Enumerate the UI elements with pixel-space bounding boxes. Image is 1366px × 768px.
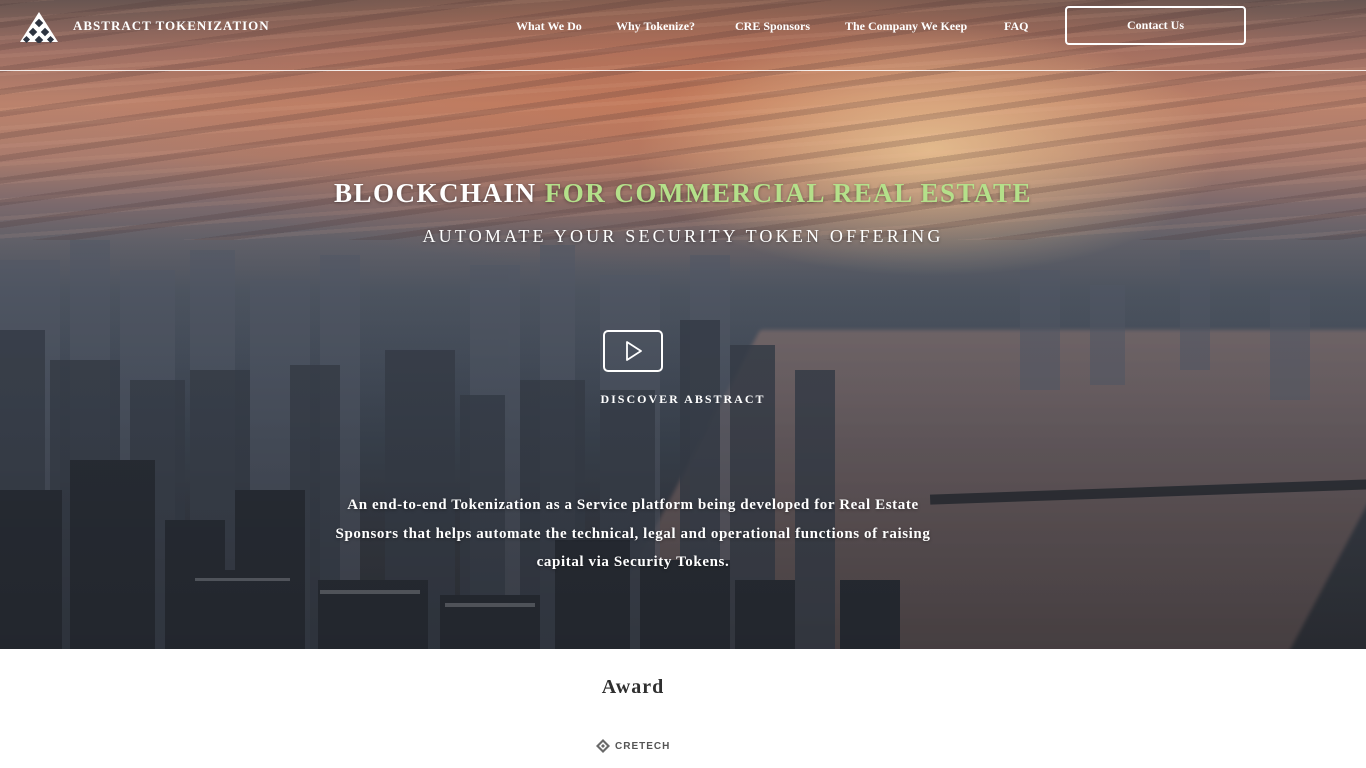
top-navbar: ABSTRACT TOKENIZATION What We Do Why Tok… xyxy=(0,0,1366,71)
hero-subheadline: AUTOMATE YOUR SECURITY TOKEN OFFERING xyxy=(422,226,944,246)
nav-link-cre-sponsors[interactable]: CRE Sponsors xyxy=(735,19,810,34)
contact-us-label: Contact Us xyxy=(1127,18,1184,32)
play-icon xyxy=(626,341,642,361)
nav-link-company-we-keep[interactable]: The Company We Keep xyxy=(845,19,967,34)
cretech-logo[interactable]: CRETECH xyxy=(596,739,670,753)
cretech-diamond-logo-icon xyxy=(596,739,610,753)
brand-name[interactable]: ABSTRACT TOKENIZATION xyxy=(73,18,270,34)
hero-headline: BLOCKCHAIN FOR COMMERCIAL REAL ESTATE xyxy=(0,178,1366,209)
headline-white-text: BLOCKCHAIN xyxy=(333,178,537,208)
contact-us-button[interactable]: Contact Us xyxy=(1065,6,1246,45)
headline-accent-text: FOR COMMERCIAL REAL ESTATE xyxy=(544,178,1033,208)
discover-abstract-link[interactable]: DISCOVER ABSTRACT xyxy=(50,392,1316,407)
abstract-triangle-logo-icon[interactable] xyxy=(19,11,59,43)
play-video-button[interactable] xyxy=(603,330,663,372)
cretech-logo-text: CRETECH xyxy=(615,740,671,752)
nav-link-why-tokenize[interactable]: Why Tokenize? xyxy=(616,19,695,34)
nav-link-what-we-do[interactable]: What We Do xyxy=(516,19,582,34)
award-title: Award xyxy=(601,676,665,698)
hero-description: An end-to-end Tokenization as a Service … xyxy=(335,497,931,570)
nav-link-faq[interactable]: FAQ xyxy=(1004,19,1028,34)
award-section: Award xyxy=(0,676,1266,699)
